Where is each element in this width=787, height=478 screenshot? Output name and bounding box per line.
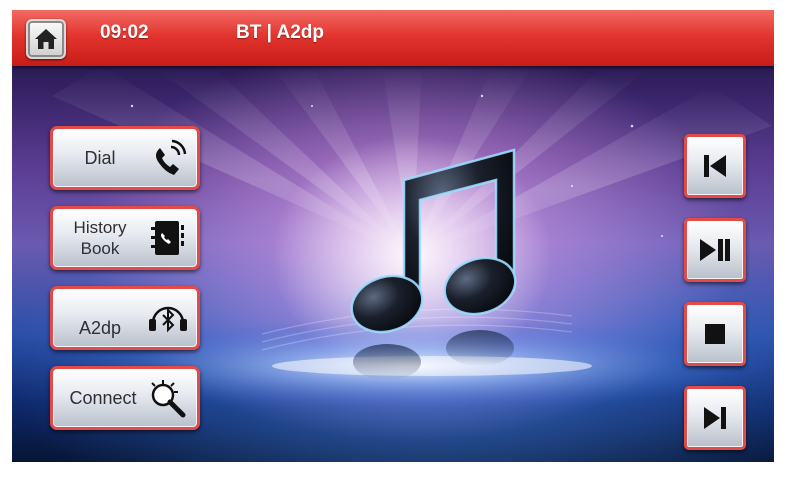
skip-previous-icon (704, 155, 726, 177)
home-button[interactable] (26, 19, 66, 59)
play-pause-button[interactable] (684, 218, 746, 282)
history-book-label: History Book (73, 218, 127, 258)
bluetooth-a2dp-screen: 09:02 BT | A2dp Dial History Book A2dp C… (12, 10, 774, 462)
dial-label: Dial (84, 147, 116, 168)
a2dp-label: A2dp (78, 317, 122, 338)
stop-button[interactable] (684, 302, 746, 366)
skip-next-icon (704, 407, 726, 429)
clock: 09:02 (100, 22, 149, 43)
music-note-icon (350, 148, 517, 380)
history-book-button[interactable]: History Book (50, 206, 200, 270)
status-title: BT | A2dp (236, 22, 324, 43)
status-bar: 09:02 BT | A2dp (12, 10, 774, 66)
home-icon (35, 29, 57, 49)
previous-track-button[interactable] (684, 134, 746, 198)
contact-book-icon (151, 221, 184, 255)
magnifier-search-icon (151, 380, 186, 418)
play-pause-icon (700, 239, 730, 261)
dial-button[interactable]: Dial (50, 126, 200, 190)
a2dp-button[interactable]: A2dp (50, 286, 200, 350)
next-track-button[interactable] (684, 386, 746, 450)
phone-icon (156, 139, 187, 175)
connect-label: Connect (69, 387, 137, 408)
connect-button[interactable]: Connect (50, 366, 200, 430)
bluetooth-headphones-icon (149, 306, 187, 333)
stop-icon (705, 324, 725, 344)
